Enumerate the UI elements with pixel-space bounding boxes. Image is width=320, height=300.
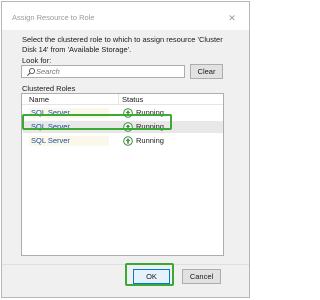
- search-box[interactable]: [21, 65, 185, 78]
- column-header-name[interactable]: Name: [29, 95, 49, 104]
- look-for-label: Look for:: [22, 56, 52, 65]
- column-header-status[interactable]: Status: [122, 95, 143, 104]
- search-icon: [27, 67, 36, 76]
- search-input[interactable]: [36, 66, 182, 77]
- list-header: Name Status: [22, 94, 223, 105]
- role-status: Running: [136, 136, 164, 145]
- selected-row-highlight: [22, 114, 172, 130]
- close-button[interactable]: ✕: [223, 10, 241, 26]
- title-bar: Assign Resource to Role ✕: [2, 2, 249, 30]
- role-name: SQL Server: [29, 136, 109, 146]
- cancel-button[interactable]: Cancel: [182, 269, 221, 284]
- dialog-title: Assign Resource to Role: [12, 13, 95, 22]
- clear-button[interactable]: Clear: [190, 64, 223, 79]
- running-status-icon: [123, 136, 133, 146]
- column-divider: [118, 94, 119, 104]
- assign-resource-dialog: Assign Resource to Role ✕ Select the clu…: [1, 1, 250, 298]
- table-row[interactable]: SQL Server Running: [23, 135, 223, 147]
- clustered-roles-label: Clustered Roles: [22, 84, 76, 93]
- ok-button-highlight: [125, 263, 174, 286]
- close-icon: ✕: [228, 12, 236, 23]
- instruction-text: Select the clustered role to which to as…: [22, 35, 223, 54]
